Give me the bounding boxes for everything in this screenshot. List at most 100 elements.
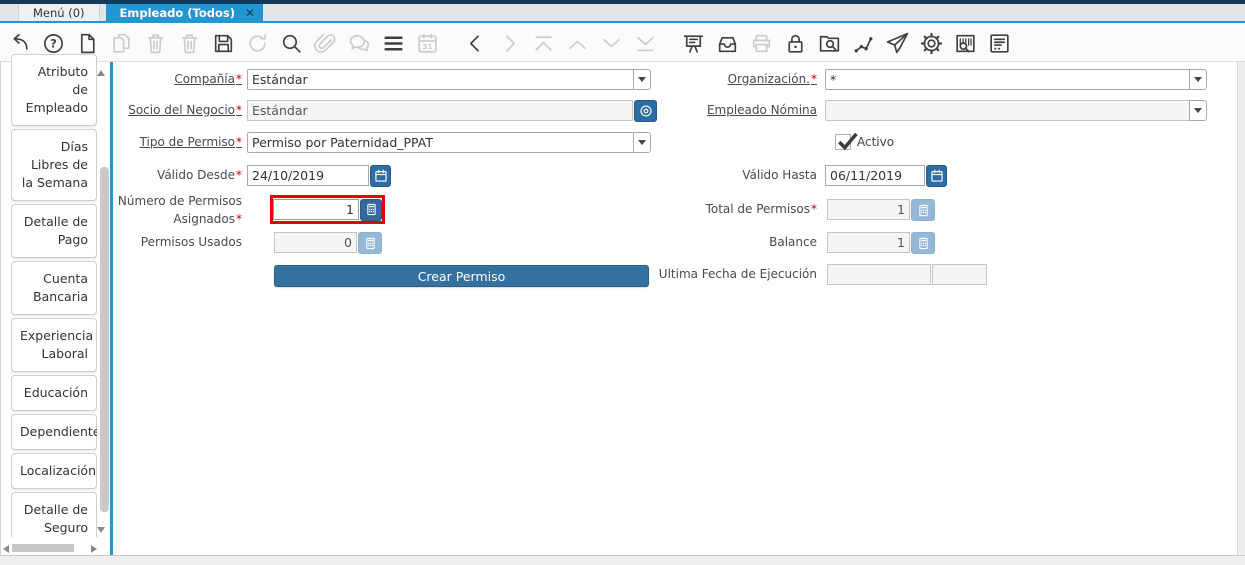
used-leaves-input	[274, 232, 357, 253]
delete-record-icon	[143, 31, 168, 56]
valid-from-label: Válido Desde*	[157, 168, 242, 182]
sidebar-tab-localizacion[interactable]: Localización	[11, 453, 97, 489]
total-leaves-calculator-button	[911, 199, 935, 221]
required-marker: *	[236, 212, 242, 226]
total-leaves-input	[827, 199, 910, 220]
svg-text:?: ?	[50, 36, 57, 50]
sidebar-tab-cuenta-bancaria[interactable]: Cuenta Bancaria	[11, 261, 97, 315]
horizontal-scroll-thumb[interactable]	[12, 544, 74, 552]
workflow-board-icon[interactable]	[681, 31, 706, 56]
report-icon[interactable]	[987, 31, 1012, 56]
sidebar-vertical-scrollbar[interactable]	[100, 167, 109, 512]
required-marker: *	[236, 135, 242, 149]
send-request-icon[interactable]	[885, 31, 910, 56]
chevron-down-icon	[1194, 77, 1202, 82]
copy-record-icon	[109, 31, 134, 56]
used-leaves-label: Permisos Usados	[140, 235, 242, 249]
calendar-icon	[374, 169, 387, 182]
tab-empleado-label: Empleado (Todos)	[119, 5, 235, 20]
scroll-left-icon[interactable]	[3, 545, 9, 553]
assigned-leaves-label: Número de Permisos Asignados*	[117, 194, 242, 226]
payroll-employee-input	[825, 100, 1189, 121]
calculator-icon	[365, 237, 375, 249]
workflow-icon[interactable]	[851, 31, 876, 56]
chat-icon	[347, 31, 372, 56]
archive-icon[interactable]	[715, 31, 740, 56]
payroll-employee-label: Empleado Nómina	[706, 103, 817, 117]
sidebar-horizontal-scrollbar[interactable]	[1, 543, 99, 554]
parent-record-icon	[565, 31, 590, 56]
valid-to-input[interactable]	[825, 165, 925, 186]
grid-toggle-icon[interactable]	[381, 31, 406, 56]
valid-from-input[interactable]	[247, 165, 369, 186]
tab-empleado[interactable]: Empleado (Todos) ✕	[105, 4, 264, 21]
sidebar-tab-detalle-de-pago[interactable]: Detalle de Pago	[11, 204, 97, 258]
organization-dropdown-button[interactable]	[1189, 69, 1207, 90]
required-marker: *	[811, 202, 817, 216]
scroll-right-icon[interactable]	[91, 545, 97, 553]
business-partner-label: Socio del Negocio*	[128, 103, 242, 117]
required-marker: *	[236, 103, 242, 117]
sidebar-tab-dependiente[interactable]: Dependiente	[11, 414, 97, 450]
sidebar-tab-atributo-de-empleado[interactable]: Atributo de Empleado	[11, 54, 97, 126]
new-record-icon[interactable]	[75, 31, 100, 56]
tab-menu[interactable]: Menú (0)	[18, 4, 100, 21]
valid-to-label: Válido Hasta	[742, 168, 817, 182]
svg-text:31: 31	[422, 41, 432, 50]
main-area: Atributo de Empleado Días Libres de la Se…	[0, 54, 1245, 555]
assigned-leaves-calculator-button[interactable]	[360, 198, 382, 221]
organization-input[interactable]	[825, 69, 1189, 90]
last-run-time-input	[932, 264, 987, 285]
last-run-date-input	[827, 264, 931, 285]
zoom-across-icon[interactable]	[817, 31, 842, 56]
product-search-icon[interactable]	[953, 31, 978, 56]
settings-icon[interactable]	[919, 31, 944, 56]
calculator-icon	[918, 204, 928, 216]
leave-type-combo	[247, 132, 651, 153]
balance-input	[827, 232, 910, 253]
company-label: Compañía*	[174, 72, 242, 86]
sidebar-tab-educacion[interactable]: Educación	[11, 375, 97, 411]
assigned-leaves-field-highlighted	[270, 195, 385, 224]
find-icon[interactable]	[279, 31, 304, 56]
payroll-employee-dropdown-button[interactable]	[1189, 100, 1207, 121]
sidebar-tab-detalle-de-seguro[interactable]: Detalle de Seguro	[11, 492, 97, 537]
required-marker: *	[236, 168, 242, 182]
sidebar-tab-dias-libres-de-la-semana[interactable]: Días Libres de la Semana	[11, 129, 97, 201]
assigned-leaves-input[interactable]	[273, 199, 359, 220]
detail-tabs-sidebar: Atributo de Empleado Días Libres de la Se…	[0, 54, 110, 555]
organization-label: Organización.*	[727, 72, 817, 86]
refresh-icon	[245, 31, 270, 56]
balance-label: Balance	[769, 235, 817, 249]
content-right-scroll-strip[interactable]	[1237, 62, 1245, 555]
company-input[interactable]	[247, 69, 633, 90]
total-leaves-label: Total de Permisos*	[705, 202, 817, 216]
calculator-icon	[366, 203, 376, 216]
window-tab-bar: Menú (0) Empleado (Todos) ✕	[0, 4, 1245, 23]
previous-record-icon[interactable]	[463, 31, 488, 56]
last-run-label: Ultima Fecha de Ejecución	[658, 267, 817, 281]
window-bottom-scrollbar[interactable]	[0, 555, 1245, 565]
create-leave-button-label: Crear Permiso	[417, 268, 506, 284]
used-leaves-calculator-button	[358, 232, 382, 254]
application-window: Menú (0) Empleado (Todos) ✕ ? 31 Atributo…	[0, 0, 1245, 565]
scroll-up-icon[interactable]	[97, 70, 105, 76]
valid-to-calendar-button[interactable]	[926, 165, 947, 187]
leave-type-dropdown-button[interactable]	[633, 132, 651, 153]
help-icon[interactable]: ?	[41, 31, 66, 56]
company-combo	[247, 69, 651, 90]
valid-from-calendar-button[interactable]	[370, 165, 391, 187]
scroll-down-icon[interactable]	[97, 527, 105, 533]
save-icon[interactable]	[211, 31, 236, 56]
private-lock-icon[interactable]	[783, 31, 808, 56]
detail-record-icon	[599, 31, 624, 56]
leave-type-input[interactable]	[247, 132, 633, 153]
undo-icon[interactable]	[7, 31, 32, 56]
sidebar-tab-experiencia-laboral[interactable]: Experiencia Laboral	[11, 318, 97, 372]
calendar-icon	[930, 169, 943, 182]
active-label: Activo	[857, 135, 895, 149]
active-checkbox[interactable]: Activo	[835, 132, 895, 151]
create-leave-button[interactable]: Crear Permiso	[274, 265, 649, 287]
close-icon[interactable]: ✕	[245, 6, 255, 20]
delete-selection-icon	[177, 31, 202, 56]
